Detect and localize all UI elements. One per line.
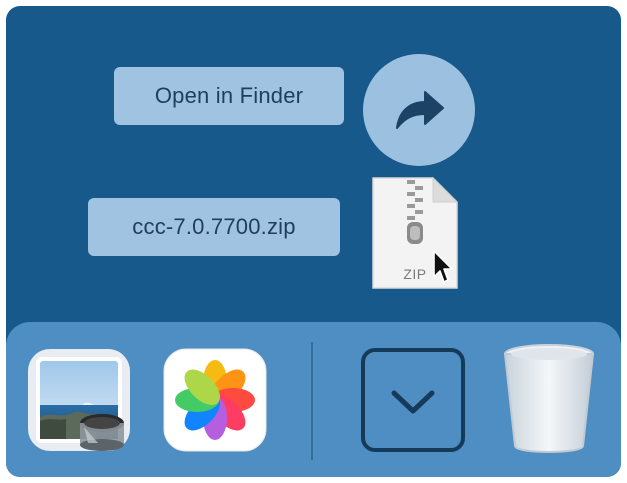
trash-icon <box>503 344 595 453</box>
dock-item-photos[interactable] <box>162 347 268 453</box>
dock <box>6 322 621 477</box>
file-name-text: ccc-7.0.7700.zip <box>132 214 296 239</box>
dock-item-downloads[interactable] <box>360 347 466 453</box>
share-arrow-icon <box>396 91 444 129</box>
open-in-finder-button[interactable] <box>363 54 475 166</box>
downloads-chevron-icon <box>361 348 465 452</box>
dock-divider <box>311 342 313 460</box>
open-in-finder-label[interactable]: Open in Finder <box>114 67 344 125</box>
dock-item-trash[interactable] <box>494 342 604 460</box>
desktop-screen: Open in Finder ccc-7.0.7700.zip ZIP <box>6 6 621 477</box>
photos-icon <box>163 348 267 452</box>
file-name-label[interactable]: ccc-7.0.7700.zip <box>88 198 340 256</box>
preview-icon <box>28 349 130 451</box>
dock-item-preview[interactable] <box>26 347 132 453</box>
open-in-finder-text: Open in Finder <box>154 83 304 108</box>
cursor-icon <box>433 250 453 283</box>
